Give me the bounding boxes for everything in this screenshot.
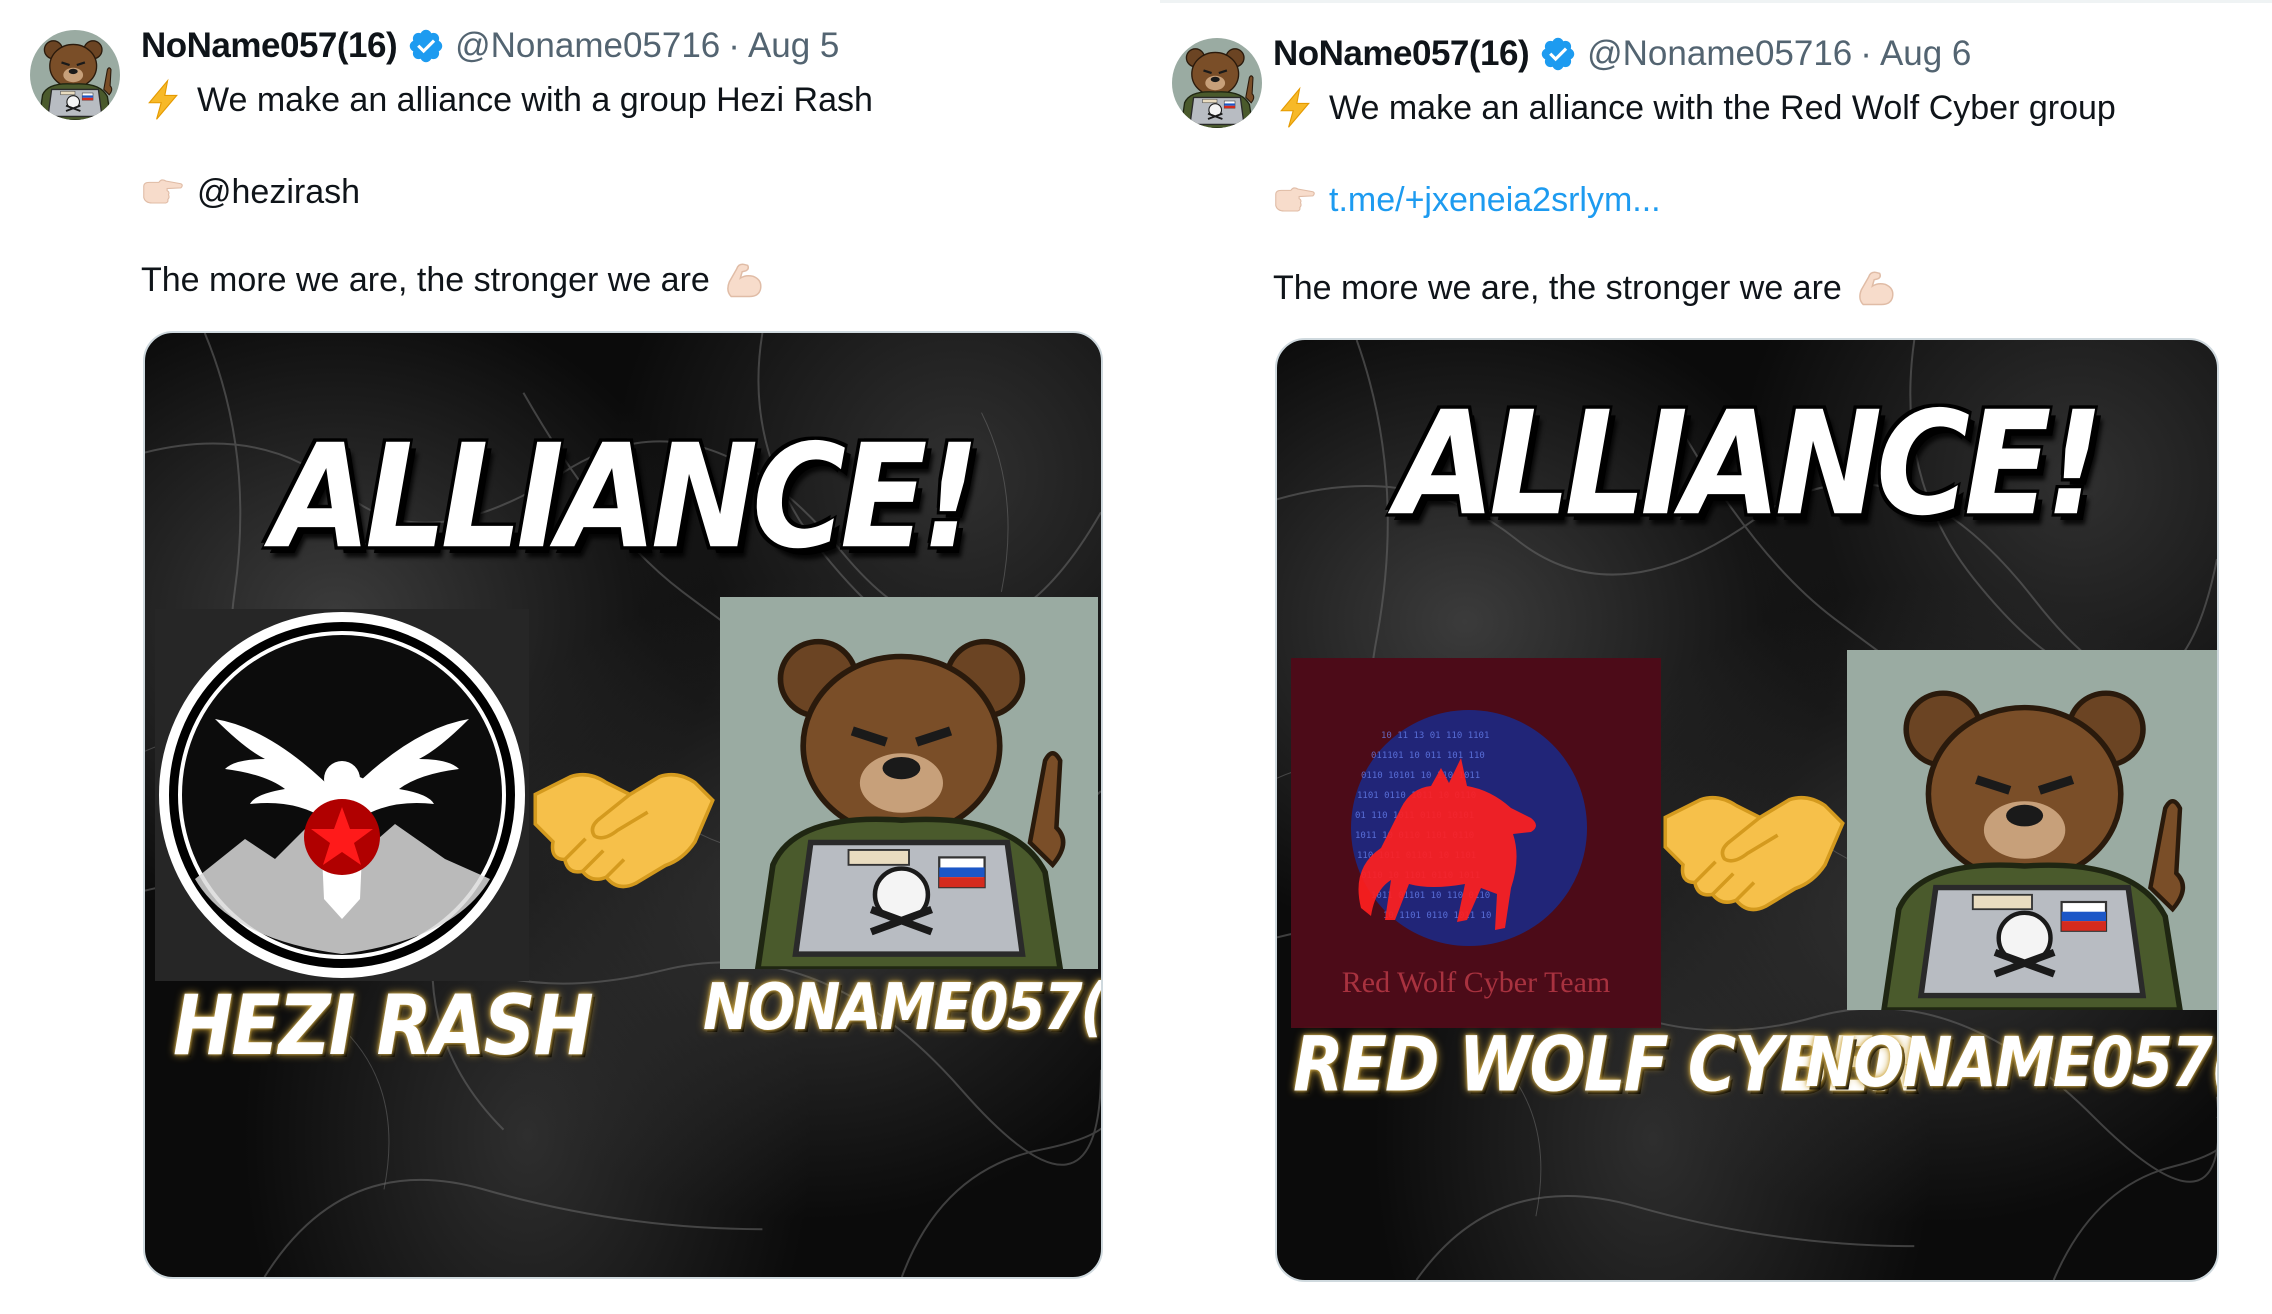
flexed-biceps-icon — [722, 258, 766, 302]
separator-dot: · — [728, 26, 740, 65]
tweet-text: We make an alliance with a group Hezi Ra… — [197, 80, 873, 119]
user-handle[interactable]: @Noname05716 — [1587, 34, 1852, 74]
avatar[interactable] — [1172, 38, 1262, 128]
flexed-biceps-icon — [1854, 266, 1898, 310]
tweet-mention-line: @hezirash — [141, 170, 360, 214]
tweet-date[interactable]: Aug 5 — [748, 26, 839, 66]
handshake-icon — [529, 753, 719, 895]
bear-avatar-icon — [30, 30, 120, 120]
mention-text: @hezirash — [197, 172, 361, 211]
tweet-image[interactable]: ALLIANCE! HEZI RASH NONAME057( — [143, 331, 1103, 1279]
tweet-text-line: The more we are, the stronger we are — [1273, 266, 1898, 310]
noname-bear-logo — [720, 597, 1098, 969]
bear-laptop-icon — [1847, 650, 2217, 1010]
lightning-icon — [141, 78, 185, 122]
hezi-rash-logo — [155, 609, 529, 981]
right-caption: NONAME057(16) — [703, 970, 1103, 1045]
lightning-icon — [1273, 86, 1317, 130]
telegram-link[interactable]: t.me/+jxeneia2srlym... — [1329, 181, 1661, 220]
tweet[interactable]: NoName057(16) @Noname05716 · Aug 6 We ma… — [1132, 0, 2272, 1314]
tweet-text: The more we are, the stronger we are — [141, 260, 710, 299]
svg-text:10 11 13 01 110 1101: 10 11 13 01 110 1101 — [1381, 731, 1489, 741]
tweet-text-line: We make an alliance with a group Hezi Ra… — [141, 78, 873, 122]
tweet-text-line: We make an alliance with the Red Wolf Cy… — [1273, 86, 2116, 130]
svg-text:10 1101 0110 1011 10: 10 1101 0110 1011 10 — [1383, 911, 1491, 921]
tweet-link-line: t.me/+jxeneia2srlym... — [1273, 178, 1661, 222]
svg-text:011101 10 011 101 110: 011101 10 011 101 110 — [1371, 751, 1485, 761]
pointing-right-icon — [1273, 178, 1317, 222]
noname-bear-logo — [1847, 650, 2217, 1010]
tweet-text: We make an alliance with the Red Wolf Cy… — [1329, 88, 2116, 127]
tweet-text-line: The more we are, the stronger we are — [141, 258, 766, 302]
handshake-icon — [1659, 776, 1849, 918]
tweet[interactable]: NoName057(16) @Noname05716 · Aug 5 We ma… — [0, 0, 1150, 1314]
left-caption: HEZI RASH — [173, 976, 594, 1074]
verified-badge-icon[interactable] — [407, 27, 445, 65]
tweet-date[interactable]: Aug 6 — [1880, 34, 1971, 74]
user-handle[interactable]: @Noname05716 — [455, 26, 720, 66]
bear-laptop-icon — [720, 597, 1098, 969]
alliance-title: ALLIANCE! — [1396, 381, 2104, 548]
separator-dot: · — [1860, 34, 1872, 73]
display-name[interactable]: NoName057(16) — [141, 26, 398, 66]
avatar[interactable] — [30, 30, 120, 120]
display-name[interactable]: NoName057(16) — [1273, 34, 1530, 74]
tweet-header: NoName057(16) @Noname05716 · Aug 6 — [1273, 34, 1971, 74]
pointing-right-icon — [141, 170, 185, 214]
tweet-text: The more we are, the stronger we are — [1273, 268, 1842, 307]
eagle-emblem-icon — [155, 609, 529, 981]
verified-badge-icon[interactable] — [1539, 35, 1577, 73]
red-wolf-logo: 10 11 13 01 110 1101 011101 10 011 101 1… — [1291, 658, 1661, 1028]
tweet-image[interactable]: ALLIANCE! 10 11 13 01 110 1101 011101 10… — [1275, 338, 2219, 1282]
red-wolf-team-label: Red Wolf Cyber Team — [1341, 966, 1611, 999]
tweet-header: NoName057(16) @Noname05716 · Aug 5 — [141, 26, 839, 66]
bear-avatar-icon — [1172, 38, 1262, 128]
right-caption: NONAME057(16) — [1805, 1022, 2217, 1104]
alliance-title: ALLIANCE! — [272, 414, 980, 581]
